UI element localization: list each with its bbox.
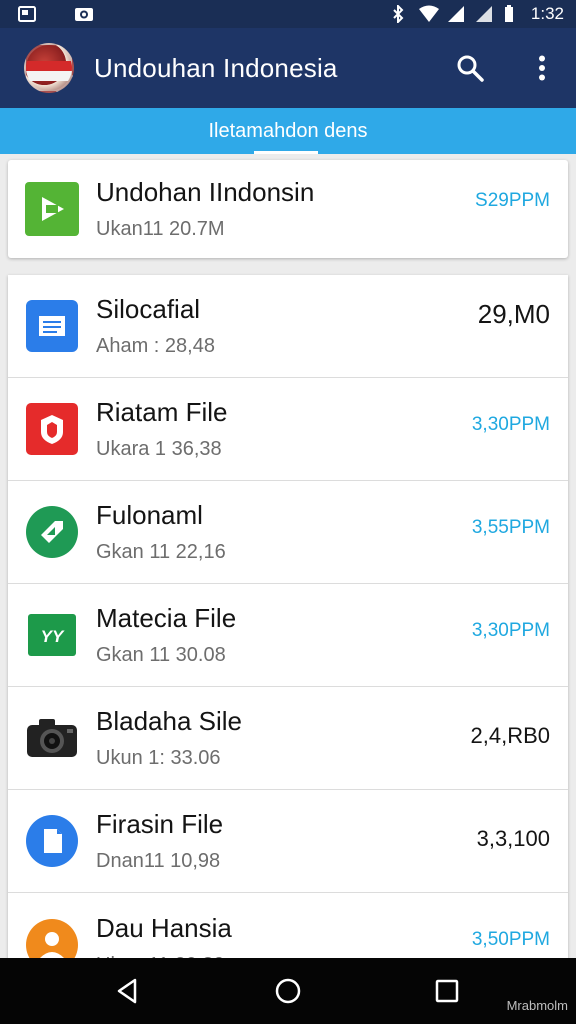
tab-indicator [254,151,318,154]
item-value: 29,M0 [477,299,550,329]
tab-strip: Iletamahdon dens [0,108,576,154]
list-item[interactable]: Fulonaml Gkan 11 22,16 3,55PPM [8,481,568,584]
navigation-bar: Mrabmolm [0,958,576,1024]
overflow-menu-button[interactable] [526,52,558,84]
item-title: Undohan IIndonsin [96,177,315,207]
app-bar: Undouhan Indonesia [0,28,576,108]
item-subtitle: Ukara 1 36,38 [96,438,222,460]
home-icon [275,978,301,1004]
status-time: 1:32 [530,4,564,23]
battery-icon [503,5,521,23]
item-time: 3,55PPM [471,517,550,538]
list-item[interactable]: Riatam File Ukara 1 36,38 3,30PPM [8,378,568,481]
item-value: 2,4,RB0 [470,723,551,748]
featured-card[interactable]: Undohan IIndonsin Ukan11 20.7M S29PPM [8,160,568,258]
back-button[interactable] [112,976,142,1006]
item-time: S29PPM [475,190,550,211]
search-icon [457,55,484,82]
item-title: Firasin File [96,809,224,839]
share-icon [24,504,80,560]
play-arrow-icon [24,181,80,237]
item-subtitle: Dnan11 10,98 [96,850,221,872]
list-item[interactable]: Bladaha Sile Ukun 1: 33.06 2,4,RB0 [8,687,568,790]
camera-notification-icon [74,5,93,23]
item-value: 3,3,100 [476,826,550,851]
nav-label: Mrabmolm [506,998,568,1013]
item-title: Fulonaml [96,500,203,530]
item-title: Riatam File [96,397,228,427]
bluetooth-icon [391,3,409,25]
recents-icon [435,979,459,1003]
home-button[interactable] [273,976,303,1006]
back-icon [117,978,137,1004]
item-title: Matecia File [96,603,237,633]
item-time: 3,30PPM [471,414,550,435]
shield-icon [24,401,80,457]
svg-text:YY: YY [41,627,65,646]
app-title: Undouhan Indonesia [94,52,338,83]
list-item[interactable]: Firasin File Dnan11 10,98 3,3,100 [8,790,568,893]
item-subtitle: Ukun 1: 33.06 [96,747,221,769]
item-time: 3,30PPM [471,620,550,641]
avatar[interactable] [24,43,74,93]
item-title: Dau Hansia [96,912,232,943]
list-item[interactable]: YY Matecia File Gkan 11 30.08 3,30PPM [8,584,568,687]
file-icon [24,813,80,869]
gallery-notification-icon [18,5,36,23]
item-title: Bladaha Sile [96,706,242,736]
tab-active[interactable]: Iletamahdon dens [208,120,367,143]
camera-icon [24,710,80,766]
signal-2-icon [475,5,493,23]
item-subtitle: Ukan11 20.7M [96,218,225,240]
item-title: Silocafial [96,294,201,324]
item-time: 3,50PPM [471,929,550,950]
document-icon [24,298,80,354]
search-button[interactable] [454,52,486,84]
list-item[interactable]: Undohan IIndonsin Ukan11 20.7M S29PPM [8,160,568,258]
more-vert-icon [539,55,545,81]
signal-icon [447,5,465,23]
item-subtitle: Aham : 28,48 [96,335,215,357]
item-subtitle: Gkan 11 30.08 [96,644,226,666]
file-list: Silocafial Aham : 28,48 29,M0 Riatam Fil… [8,275,568,965]
status-bar: 1:32 [0,0,576,28]
recents-button[interactable] [432,976,462,1006]
list-item[interactable]: Silocafial Aham : 28,48 29,M0 [8,275,568,378]
item-subtitle: Gkan 11 22,16 [96,541,226,563]
list-item[interactable]: Dau Hansia Ukan 11 20.39 3,50PPM [8,893,568,965]
wifi-icon [418,5,439,23]
spreadsheet-icon: YY [24,607,80,663]
